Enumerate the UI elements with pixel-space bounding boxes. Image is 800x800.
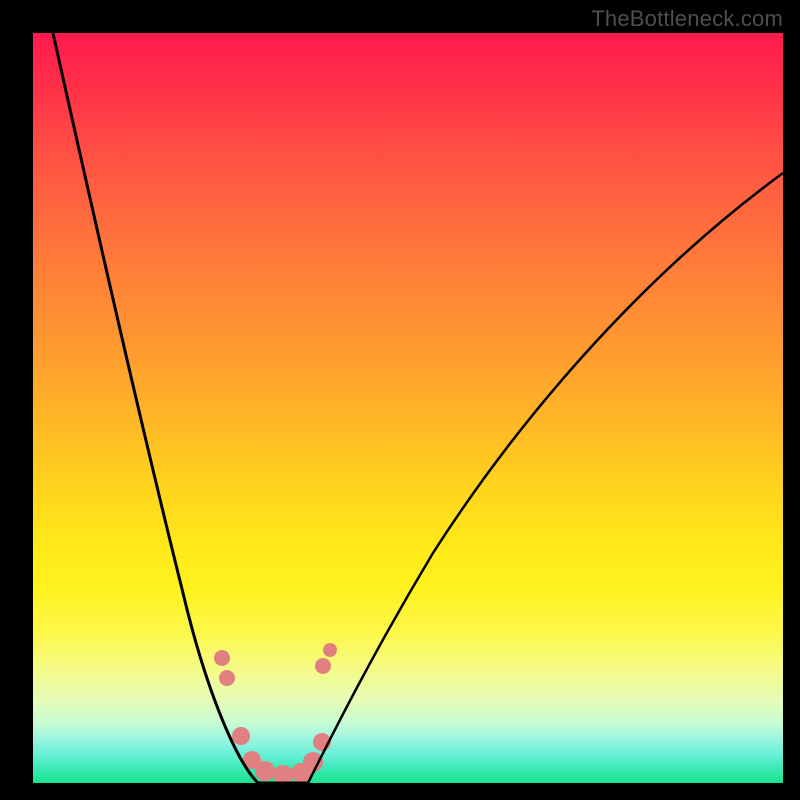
marker-right-4 [315, 658, 331, 674]
marker-left-5 [255, 761, 275, 781]
marker-left-2 [219, 670, 235, 686]
plot-area [33, 33, 783, 783]
marker-left-1 [214, 650, 230, 666]
curves-svg [33, 33, 783, 783]
watermark-text: TheBottleneck.com [591, 6, 783, 32]
marker-left-3 [232, 727, 250, 745]
marker-right-2 [303, 752, 323, 772]
chart-frame: TheBottleneck.com [0, 0, 800, 800]
right-curve [308, 173, 783, 783]
marker-right-5 [323, 643, 337, 657]
marker-left-6 [273, 765, 293, 783]
